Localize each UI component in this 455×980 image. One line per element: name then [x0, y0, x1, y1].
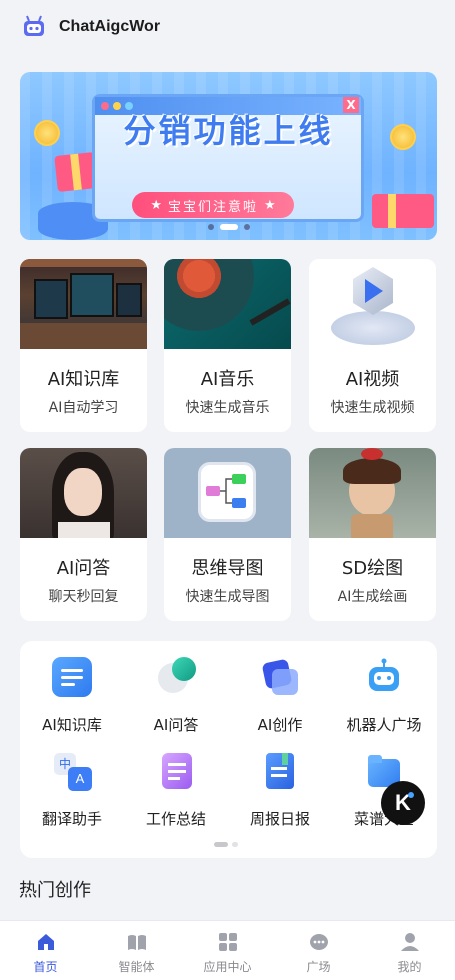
app-title: ChatAigcWor [59, 18, 161, 35]
knowledge-base-icon [52, 657, 92, 697]
play-logo-3d [309, 259, 436, 349]
create-icon [260, 657, 300, 697]
tool-robot-square[interactable]: 机器人广场 [332, 657, 436, 735]
cartoon-girl-painting [309, 448, 436, 538]
tool-label: AI创作 [257, 716, 303, 734]
feature-card-mindmap[interactable]: 思维导图 快速生成导图 [164, 448, 291, 621]
tool-qa[interactable]: AI问答 [124, 657, 228, 735]
tab-app-center[interactable]: 应用中心 [182, 921, 273, 980]
feature-card-qa[interactable]: AI问答 聊天秒回复 [20, 448, 147, 621]
chat-bubble-icon [156, 657, 196, 697]
tool-work-summary[interactable]: 工作总结 [124, 751, 228, 829]
pagination-dot[interactable] [207, 224, 214, 230]
promo-banner[interactable]: X 分销功能上线 ★ 宝宝们注意啦 ★ [20, 72, 437, 240]
banner-pill: ★ 宝宝们注意啦 ★ [132, 192, 294, 218]
chat-icon [309, 934, 328, 950]
tool-label: 工作总结 [145, 810, 206, 828]
tab-label: 应用中心 [203, 960, 252, 974]
document-icon [156, 751, 196, 791]
gift-box-icon [372, 194, 434, 228]
feature-card-video[interactable]: AI视频 快速生成视频 [309, 259, 436, 432]
banner-pagination [20, 224, 437, 230]
tool-label: 机器人广场 [346, 716, 422, 734]
computer-desk-photo [20, 259, 147, 349]
home-icon [37, 934, 54, 950]
translate-icon: 中 A [52, 751, 92, 791]
tool-translate[interactable]: 中 A 翻译助手 [20, 751, 124, 829]
tab-label: 首页 [33, 960, 58, 974]
card-subtitle: AI生成绘画 [337, 589, 408, 605]
app-header: ChatAigcWor [0, 0, 455, 54]
bottom-tabbar: 首页 智能体 应用中心 广场 我的 [0, 920, 455, 980]
assistant-fab[interactable]: K [381, 781, 425, 825]
woman-portrait-photo [20, 448, 147, 538]
robot-icon [364, 657, 404, 697]
card-title: AI音乐 [200, 369, 255, 390]
card-title: 思维导图 [191, 558, 264, 579]
tool-label: 翻译助手 [41, 810, 102, 828]
tool-label: AI知识库 [42, 716, 102, 734]
robot-icon[interactable] [20, 13, 48, 41]
section-title-hot: 热门创作 [19, 880, 91, 901]
feature-card-music[interactable]: AI音乐 快速生成音乐 [164, 259, 291, 432]
tab-agents[interactable]: 智能体 [91, 921, 182, 980]
card-title: AI问答 [56, 558, 111, 579]
pagination-dot[interactable] [243, 224, 250, 230]
tools-grid: AI知识库 AI问答 AI创作 机器人广场 中 A 翻译助手 工作总结 周报日报… [20, 641, 437, 858]
tool-label: 周报日报 [249, 810, 310, 828]
card-subtitle: AI自动学习 [48, 400, 119, 416]
mindmap-icon [164, 448, 291, 538]
feature-card-knowledge[interactable]: AI知识库 AI自动学习 [20, 259, 147, 432]
card-subtitle: 快速生成视频 [330, 400, 415, 416]
card-subtitle: 快速生成导图 [185, 589, 270, 605]
card-title: SD绘图 [341, 558, 404, 579]
tool-create[interactable]: AI创作 [228, 657, 332, 735]
book-icon [127, 935, 146, 950]
banner-title: 分销功能上线 [123, 112, 334, 150]
card-title: AI视频 [345, 369, 400, 390]
assistant-icon: K [395, 790, 411, 815]
star-icon: ★ [264, 197, 276, 213]
user-icon [400, 933, 419, 951]
star-icon: ★ [150, 197, 162, 213]
pagination-dot-active[interactable] [219, 224, 238, 230]
tab-mine[interactable]: 我的 [364, 921, 455, 980]
tools-pagination [214, 842, 238, 847]
notebook-icon [260, 751, 300, 791]
feature-card-sd[interactable]: SD绘图 AI生成绘画 [309, 448, 436, 621]
tab-square[interactable]: 广场 [273, 921, 364, 980]
tool-weekly-report[interactable]: 周报日报 [228, 751, 332, 829]
grid-icon [218, 933, 237, 951]
card-title: AI知识库 [47, 369, 120, 390]
vinyl-record-photo [164, 259, 291, 349]
tab-label: 我的 [397, 960, 422, 974]
pager-dot-active[interactable] [214, 842, 228, 847]
tab-home[interactable]: 首页 [0, 921, 91, 980]
banner-pill-text: 宝宝们注意啦 [167, 199, 258, 215]
pager-dot[interactable] [232, 842, 238, 847]
card-subtitle: 快速生成音乐 [185, 400, 270, 416]
tool-label: AI问答 [153, 716, 199, 734]
tab-label: 广场 [306, 960, 331, 974]
tab-label: 智能体 [118, 960, 155, 974]
tool-knowledge-base[interactable]: AI知识库 [20, 657, 124, 735]
card-subtitle: 聊天秒回复 [48, 589, 119, 605]
